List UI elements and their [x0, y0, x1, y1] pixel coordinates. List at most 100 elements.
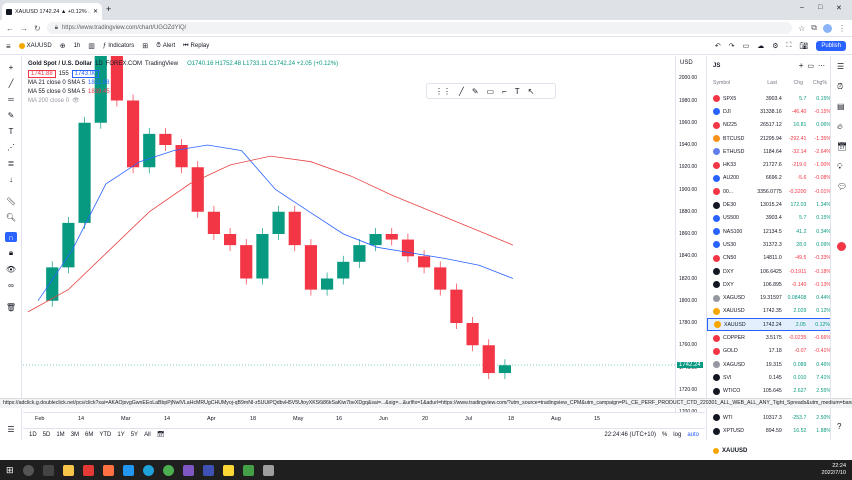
app-orange-icon[interactable] — [102, 464, 114, 476]
notification-icon[interactable] — [837, 242, 846, 251]
task-view-icon[interactable] — [42, 464, 54, 476]
auto-toggle[interactable]: auto — [687, 432, 699, 438]
close-tab-icon[interactable]: ✕ — [93, 8, 98, 15]
watchlist-row[interactable]: XAUUSD 1742.24 2.05 0.12% — [707, 318, 831, 332]
settings-icon[interactable]: ⚙ — [772, 42, 778, 50]
brush-icon[interactable]: ✎ — [5, 110, 17, 120]
data-window-icon[interactable]: ▤ — [837, 102, 845, 111]
ideas-icon[interactable]: 💡︎ — [837, 162, 843, 172]
ruler-icon[interactable]: 📏︎ — [5, 196, 17, 206]
range-6m[interactable]: 6M — [85, 432, 93, 438]
cursor-icon[interactable]: ↖ — [528, 87, 535, 96]
watchlist-icon[interactable]: ☰ — [837, 62, 844, 71]
watchlist-row[interactable]: CN50 14811.0 -49.5 -0.33% — [707, 252, 831, 265]
alerts-icon[interactable]: ⏰︎ — [837, 82, 843, 92]
header-last[interactable]: Last — [753, 80, 777, 86]
zoom-icon[interactable]: 🔍︎ — [5, 212, 17, 222]
watchlist-row[interactable]: GOLD 17.18 -0.07 -0.41% — [707, 345, 831, 358]
watchlist-row[interactable]: AU200 6696.2 -5.6 -0.08% — [707, 172, 831, 185]
percent-toggle[interactable]: % — [662, 432, 667, 438]
chart-pane[interactable] — [23, 27, 675, 412]
window-minimize-icon[interactable]: – — [800, 4, 804, 11]
watchlist-row[interactable]: NAS100 12134.5 41.2 0.34% — [707, 225, 831, 238]
text-tool-icon[interactable]: T — [515, 87, 520, 96]
link-icon[interactable]: ∞ — [5, 280, 17, 290]
replay-button[interactable]: ⏮ Replay — [183, 43, 209, 50]
eye-hidden-icon[interactable]: 👁︎ — [72, 97, 80, 104]
watchlist-row[interactable]: BTCUSD 21295.94 -292.41 -1.35% — [707, 132, 831, 145]
pattern-icon[interactable]: ⋰ — [5, 142, 17, 152]
watchlist-row[interactable]: DXY 106.6425 -0.1911 -0.18% — [707, 265, 831, 278]
watchlist-row[interactable]: US30 31372.3 28.0 0.09% — [707, 238, 831, 251]
watchlist-row[interactable]: XAGUSD 19.315 0.089 0.46% — [707, 358, 831, 371]
symbol-search-button[interactable]: XAUUSD — [18, 43, 52, 49]
goto-date-icon[interactable]: 📅︎ — [157, 431, 165, 438]
app-store-icon[interactable] — [122, 464, 134, 476]
window-maximize-icon[interactable]: □ — [818, 4, 822, 11]
watchlist-row[interactable]: XAUUSD 1742.35 2.029 0.12% — [707, 305, 831, 318]
new-tab-icon[interactable]: + — [106, 4, 111, 14]
fib-icon[interactable]: ≣ — [5, 158, 17, 168]
horizontal-line-icon[interactable]: ═ — [5, 94, 17, 104]
undo-icon[interactable]: ↶ — [715, 42, 721, 50]
app-green-icon[interactable] — [242, 464, 254, 476]
ma55-label[interactable]: MA 55 close 0 SMA 5 — [28, 89, 85, 95]
back-icon[interactable]: ← — [6, 24, 14, 33]
range-3m[interactable]: 3M — [71, 432, 79, 438]
watchlist-row[interactable]: XPTUSD 894.59 16.52 1.88% — [707, 425, 831, 438]
calendar-icon[interactable]: 📅︎ — [837, 142, 847, 151]
search-icon[interactable] — [22, 464, 34, 476]
header-chg[interactable]: Chg — [777, 80, 803, 86]
add-symbol-icon[interactable]: + — [799, 61, 804, 70]
range-5y[interactable]: 5Y — [131, 432, 138, 438]
watchlist-row[interactable]: DE30 13015.24 172.03 1.34% — [707, 198, 831, 211]
brackets-icon[interactable]: ⌐ — [502, 87, 507, 96]
watchlist-row[interactable]: US500 3903.4 5.7 0.15% — [707, 212, 831, 225]
app-purple-icon[interactable] — [182, 464, 194, 476]
templates-icon[interactable]: ⊞ — [142, 42, 148, 50]
alert-button[interactable]: ⏰︎ Alert — [156, 43, 175, 50]
start-icon[interactable]: ⊞ — [6, 465, 14, 476]
rectangle-icon[interactable]: ▭ — [487, 87, 495, 96]
crosshair-icon[interactable]: + — [5, 62, 17, 72]
file-explorer-icon[interactable] — [62, 464, 74, 476]
url-input[interactable]: 🔒︎ https://www.tradingview.com/chart/UGO… — [46, 22, 793, 34]
watchlist-more-icon[interactable]: ⋯ — [818, 62, 825, 70]
watchlist-row[interactable]: WTI 10317.3 -253.7 2.50% — [707, 411, 831, 424]
clock-label[interactable]: 22:24:46 (UTC+10) — [604, 432, 656, 438]
watchlist-row[interactable]: WTICO 105.645 2.627 2.55% — [707, 385, 831, 398]
range-1m[interactable]: 1M — [56, 432, 64, 438]
redo-icon[interactable]: ↷ — [729, 42, 735, 50]
window-close-icon[interactable]: ✕ — [836, 4, 842, 12]
app-red-icon[interactable] — [82, 464, 94, 476]
edge-icon[interactable] — [142, 464, 154, 476]
app-gray-icon[interactable] — [262, 464, 274, 476]
watchlist-row[interactable]: XAGUSD 19.31597 0.08408 0.44% — [707, 292, 831, 305]
sell-button[interactable]: 1741.88 — [28, 69, 56, 78]
reload-icon[interactable]: ↻ — [34, 24, 41, 33]
app-blue-icon[interactable] — [202, 464, 214, 476]
app-yellow-icon[interactable] — [222, 464, 234, 476]
ma200-label[interactable]: MA 200 close 0 — [28, 98, 69, 104]
watchlist-row[interactable]: SPX5 3903.4 5.7 0.15% — [707, 92, 831, 105]
header-chgp[interactable]: Chg% — [803, 80, 827, 86]
range-ytd[interactable]: YTD — [99, 432, 111, 438]
drag-handle-icon[interactable]: ⋮⋮ — [435, 87, 451, 96]
forward-icon[interactable]: → — [20, 24, 28, 33]
fullscreen-icon[interactable]: ⛶ — [787, 42, 792, 50]
watchlist-row[interactable]: DXY 106.895 -0.140 -0.13% — [707, 278, 831, 291]
price-chart[interactable] — [23, 27, 675, 412]
snapshot-icon[interactable]: 📷︎ — [799, 42, 808, 50]
ma21-label[interactable]: MA 21 close 0 SMA 5 — [28, 80, 85, 86]
chart-type-icon[interactable]: ▥ — [88, 42, 95, 50]
profile-icon[interactable] — [823, 23, 832, 33]
taskbar-time[interactable]: 22:24 — [822, 463, 846, 470]
browser-tab-active[interactable]: XAUUSD 1742.24 ▲ +0.12% ... ✕ — [2, 3, 102, 20]
lock-drawings-icon[interactable]: 🔒︎ — [5, 248, 17, 258]
star-icon[interactable]: ☆ — [798, 24, 805, 33]
watchlist-row[interactable]: ETHUSD 1184.64 -32.14 -2.64% — [707, 145, 831, 158]
compare-icon[interactable]: ⊕ — [60, 42, 66, 50]
hotlists-icon[interactable]: 🔥︎ — [837, 122, 843, 132]
time-scale[interactable]: Feb 14 Mar 14 Apr 18 May 16 Jun 20 Jul 18 Aug 15 — [23, 412, 705, 428]
watchlist-title[interactable]: JS — [713, 63, 720, 69]
